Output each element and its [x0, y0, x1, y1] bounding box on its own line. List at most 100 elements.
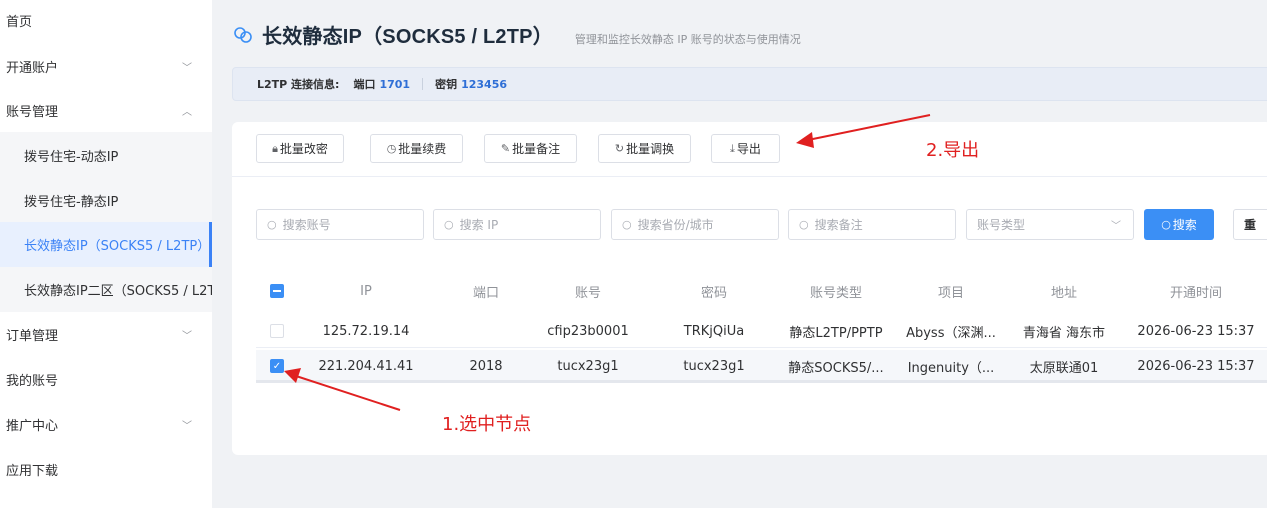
column-header: 端口 — [472, 286, 499, 301]
annotation-step1: 1.选中节点 — [442, 414, 532, 435]
search-icon: ○ — [267, 218, 277, 231]
menu-item-home[interactable]: 首页 — [0, 0, 212, 40]
key-value: 123456 — [461, 77, 508, 91]
chevron-down-icon: ﹀ — [182, 420, 192, 432]
menu-item-label: 我的账号 — [6, 373, 59, 389]
menu-item-account-management[interactable]: 账号管理 ︿ — [0, 88, 212, 132]
column-header: IP — [360, 284, 372, 299]
button-label: 批量改密 — [279, 142, 328, 156]
submenu-item-label: 长效静态IP二区（SOCKS5 / L2T — [24, 284, 212, 299]
search-region-input[interactable]: ○ 搜索省份/城市 — [611, 209, 779, 240]
submenu-item-label: 拨号住宅-静态IP — [24, 195, 119, 210]
batch-password-button[interactable]: 🔒︎ 批量改密 — [256, 134, 344, 163]
table-row[interactable]: ✓ 221.204.41.41 2018 tucx23g1 tucx23g1 静… — [256, 350, 1267, 383]
row-checkbox[interactable] — [270, 324, 284, 338]
placeholder: 账号类型 — [977, 218, 1026, 232]
table-row[interactable]: 125.72.19.14 cfip23b0001 TRKjQiUa 静态L2TP… — [256, 315, 1267, 348]
annotation-step2: 2.导出 — [926, 140, 980, 161]
placeholder: 搜索省份/城市 — [637, 218, 714, 232]
button-label: 批量备注 — [512, 142, 561, 156]
menu-item-label: 订单管理 — [6, 328, 59, 344]
batch-switch-button[interactable]: ↻ 批量调换 — [598, 134, 691, 163]
button-label: 批量调换 — [626, 142, 675, 156]
column-header: 账号类型 — [809, 286, 862, 301]
account-type-select[interactable]: 账号类型 ﹀ — [966, 209, 1134, 240]
page-title: 长效静态IP（SOCKS5 / L2TP） — [262, 26, 553, 48]
l2tp-info-bar: L2TP 连接信息: 端口 1701 密钥 123456 — [232, 67, 1267, 101]
divider — [422, 78, 424, 90]
type-cell: 静态SOCKS5/... — [788, 361, 884, 376]
ip-cell: 125.72.19.14 — [322, 324, 410, 339]
chevron-up-icon: ︿ — [182, 106, 192, 118]
page-subtitle: 管理和监控长效静态 IP 账号的状态与使用情况 — [574, 33, 801, 46]
chevron-down-icon: ﹀ — [182, 62, 192, 74]
button-label: 批量续费 — [398, 142, 447, 156]
placeholder: 搜索 IP — [459, 218, 499, 232]
menu-item-label: 应用下载 — [6, 463, 59, 479]
search-remark-input[interactable]: ○ 搜索备注 — [788, 209, 956, 240]
chevron-down-icon: ﹀ — [182, 330, 192, 342]
batch-renew-button[interactable]: ◷ 批量续费 — [370, 134, 463, 163]
submenu-item-static-ip[interactable]: 拨号住宅-静态IP — [0, 178, 212, 223]
chevron-down-icon: ﹀ — [1111, 221, 1121, 232]
address-cell: 太原联通01 — [1029, 361, 1099, 376]
search-ip-input[interactable]: ○ 搜索 IP — [433, 209, 601, 240]
account-cell: tucx23g1 — [557, 359, 619, 374]
page-header: 长效静态IP（SOCKS5 / L2TP） 管理和监控长效静态 IP 账号的状态… — [232, 20, 801, 50]
menu-item-open-account[interactable]: 开通账户 ﹀ — [0, 44, 212, 88]
column-header: 密码 — [700, 286, 727, 301]
address-cell: 青海省 海东市 — [1022, 326, 1106, 341]
port-label: 端口 — [353, 78, 376, 91]
account-cell: cfip23b0001 — [547, 324, 629, 339]
submenu-item-long-static-ip-zone2[interactable]: 长效静态IP二区（SOCKS5 / L2T — [0, 267, 212, 312]
menu-item-label: 账号管理 — [6, 104, 59, 120]
row-checkbox[interactable]: ✓ — [270, 359, 284, 373]
ip-cell: 221.204.41.41 — [318, 359, 414, 374]
column-header: 账号 — [574, 286, 601, 301]
main-card: ○ 搜索账号 ○ 搜索 IP ○ 搜索省份/城市 ○ 搜索备注 账号类型 ﹀ ○ 搜索 重 … — [232, 177, 1267, 455]
submenu-item-long-static-ip[interactable]: 长效静态IP（SOCKS5 / L2TP） — [0, 222, 212, 267]
project-cell: Ingenuity（... — [907, 361, 995, 376]
menu-item-label: 首页 — [6, 14, 33, 30]
port-value: 1701 — [379, 77, 411, 91]
placeholder: 搜索备注 — [814, 218, 863, 232]
port-cell: 2018 — [469, 359, 503, 374]
menu-item-download[interactable]: 应用下载 — [0, 447, 212, 491]
port-cell — [446, 315, 526, 348]
submenu-item-label: 拨号住宅-动态IP — [24, 150, 119, 165]
placeholder: 搜索账号 — [282, 218, 331, 232]
submenu-item-dynamic-ip[interactable]: 拨号住宅-动态IP — [0, 133, 212, 178]
submenu-item-label: 长效静态IP（SOCKS5 / L2TP） — [24, 239, 211, 254]
password-cell: tucx23g1 — [683, 359, 745, 374]
select-all-checkbox[interactable] — [270, 284, 284, 298]
menu-item-promotion[interactable]: 推广中心 ﹀ — [0, 402, 212, 446]
password-cell: TRKjQiUa — [683, 324, 745, 339]
batch-remark-button[interactable]: ✎ 批量备注 — [484, 134, 577, 163]
opened-time-cell: 2026-06-23 15:37 — [1137, 359, 1255, 374]
search-icon: ○ — [444, 218, 454, 231]
download-icon: ⤓ — [730, 141, 735, 155]
column-header: 开通时间 — [1169, 286, 1222, 301]
search-account-input[interactable]: ○ 搜索账号 — [256, 209, 424, 240]
menu-item-label: 推广中心 — [6, 418, 59, 434]
search-button[interactable]: ○ 搜索 — [1144, 209, 1214, 240]
menu-item-orders[interactable]: 订单管理 ﹀ — [0, 312, 212, 356]
refresh-icon: ↻ — [614, 142, 625, 155]
search-icon: ○ — [799, 218, 809, 231]
opened-time-cell: 2026-06-23 15:37 — [1137, 324, 1255, 339]
export-button[interactable]: ⤓ 导出 — [711, 134, 780, 163]
edit-icon: ✎ — [500, 142, 511, 155]
column-header: 地址 — [1050, 286, 1077, 301]
search-icon: ○ — [1161, 218, 1171, 231]
button-label: 搜索 — [1172, 218, 1197, 232]
toolbar: 🔒︎ 批量改密 ◷ 批量续费 ✎ 批量备注 ↻ 批量调换 ⤓ 导出 — [232, 122, 1267, 177]
reset-button[interactable]: 重 — [1233, 209, 1267, 240]
clock-icon: ◷ — [386, 142, 397, 155]
menu-item-label: 开通账户 — [6, 60, 59, 76]
table-header: IP 端口 账号 密码 账号类型 项目 地址 开通时间 — [256, 275, 1267, 308]
menu-item-my-account[interactable]: 我的账号 — [0, 357, 212, 401]
info-label: L2TP 连接信息: — [257, 78, 340, 91]
button-label: 导出 — [736, 142, 761, 156]
search-icon: ○ — [622, 218, 632, 231]
column-header: 项目 — [937, 286, 964, 301]
